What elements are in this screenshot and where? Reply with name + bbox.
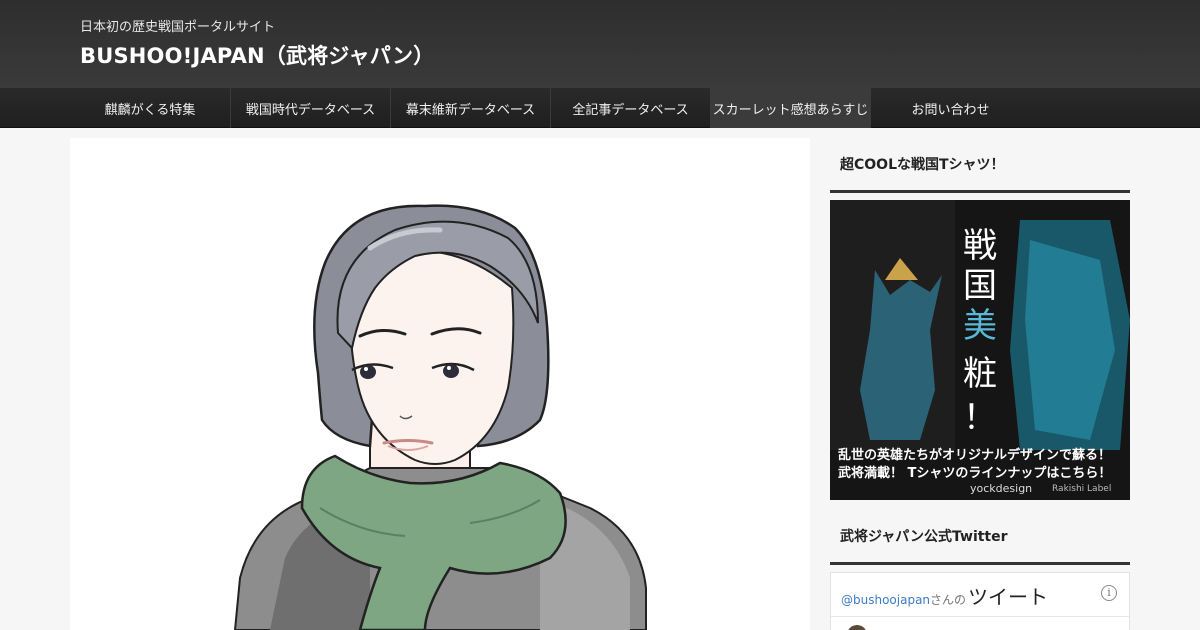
twitter-timeline: @bushoojapanさんの ツイート i <box>830 572 1130 630</box>
tshirt-widget: 超COOLな戦国Tシャツ！ 戦 国 美 粧 ！ 乱世の英雄たちがオリジナルデザイ… <box>830 138 1130 500</box>
site-tagline: 日本初の歴史戦国ポータルサイト <box>80 20 276 35</box>
twitter-timeline-header: @bushoojapanさんの ツイート <box>841 581 1048 610</box>
main-content <box>70 138 810 630</box>
banner-promo-line-2: 武将満載！ Tシャツのラインナップはこちら！ <box>838 466 1112 481</box>
nav-item-sengoku-db[interactable]: 戦国時代データベース <box>230 88 390 128</box>
twitter-widget-title: 武将ジャパン公式Twitter <box>830 510 1130 565</box>
banner-kanji-4: 粧 <box>963 354 997 394</box>
tshirt-widget-title: 超COOLな戦国Tシャツ！ <box>830 138 1130 193</box>
banner-promo-line-1: 乱世の英雄たちがオリジナルデザインで蘇る！ <box>838 448 1112 463</box>
twitter-divider <box>831 616 1129 617</box>
global-nav: 麒麟がくる特集 戦国時代データベース 幕末維新データベース 全記事データベース … <box>0 88 1200 128</box>
nav-item-bakumatsu-db[interactable]: 幕末維新データベース <box>390 88 550 128</box>
nav-item-kirin[interactable]: 麒麟がくる特集 <box>70 88 230 128</box>
banner-kanji-3: 美 <box>963 306 997 346</box>
banner-brand-sub: Rakishi Label <box>1052 484 1112 494</box>
twitter-handle-suffix: さんの <box>930 593 967 607</box>
tshirt-banner[interactable]: 戦 国 美 粧 ！ 乱世の英雄たちがオリジナルデザインで蘇る！ 武将満載！ Tシ… <box>830 200 1130 500</box>
twitter-handle-link[interactable]: @bushoojapan <box>841 593 930 607</box>
twitter-tweet-label: ツイート <box>968 585 1049 609</box>
banner-brand: yockdesign <box>970 482 1033 495</box>
site-header: 日本初の歴史戦国ポータルサイト BUSHOO!JAPAN（武将ジャパン） <box>0 0 1200 88</box>
sidebar: 超COOLな戦国Tシャツ！ 戦 国 美 粧 ！ 乱世の英雄たちがオリジナルデザイ… <box>830 138 1130 630</box>
twitter-widget: 武将ジャパン公式Twitter @bushoojapanさんの ツイート i <box>830 510 1130 630</box>
site-title[interactable]: BUSHOO!JAPAN（武将ジャパン） <box>80 40 434 70</box>
banner-kanji-5: ！ <box>963 398 997 438</box>
article-eyecatch-illustration[interactable] <box>70 138 810 630</box>
nav-item-all-articles-db[interactable]: 全記事データベース <box>550 88 710 128</box>
info-icon[interactable]: i <box>1101 585 1117 601</box>
nav-item-scarlet[interactable]: スカーレット感想あらすじ <box>710 88 870 128</box>
avatar[interactable] <box>847 625 867 630</box>
nav-item-contact[interactable]: お問い合わせ <box>870 88 1030 128</box>
